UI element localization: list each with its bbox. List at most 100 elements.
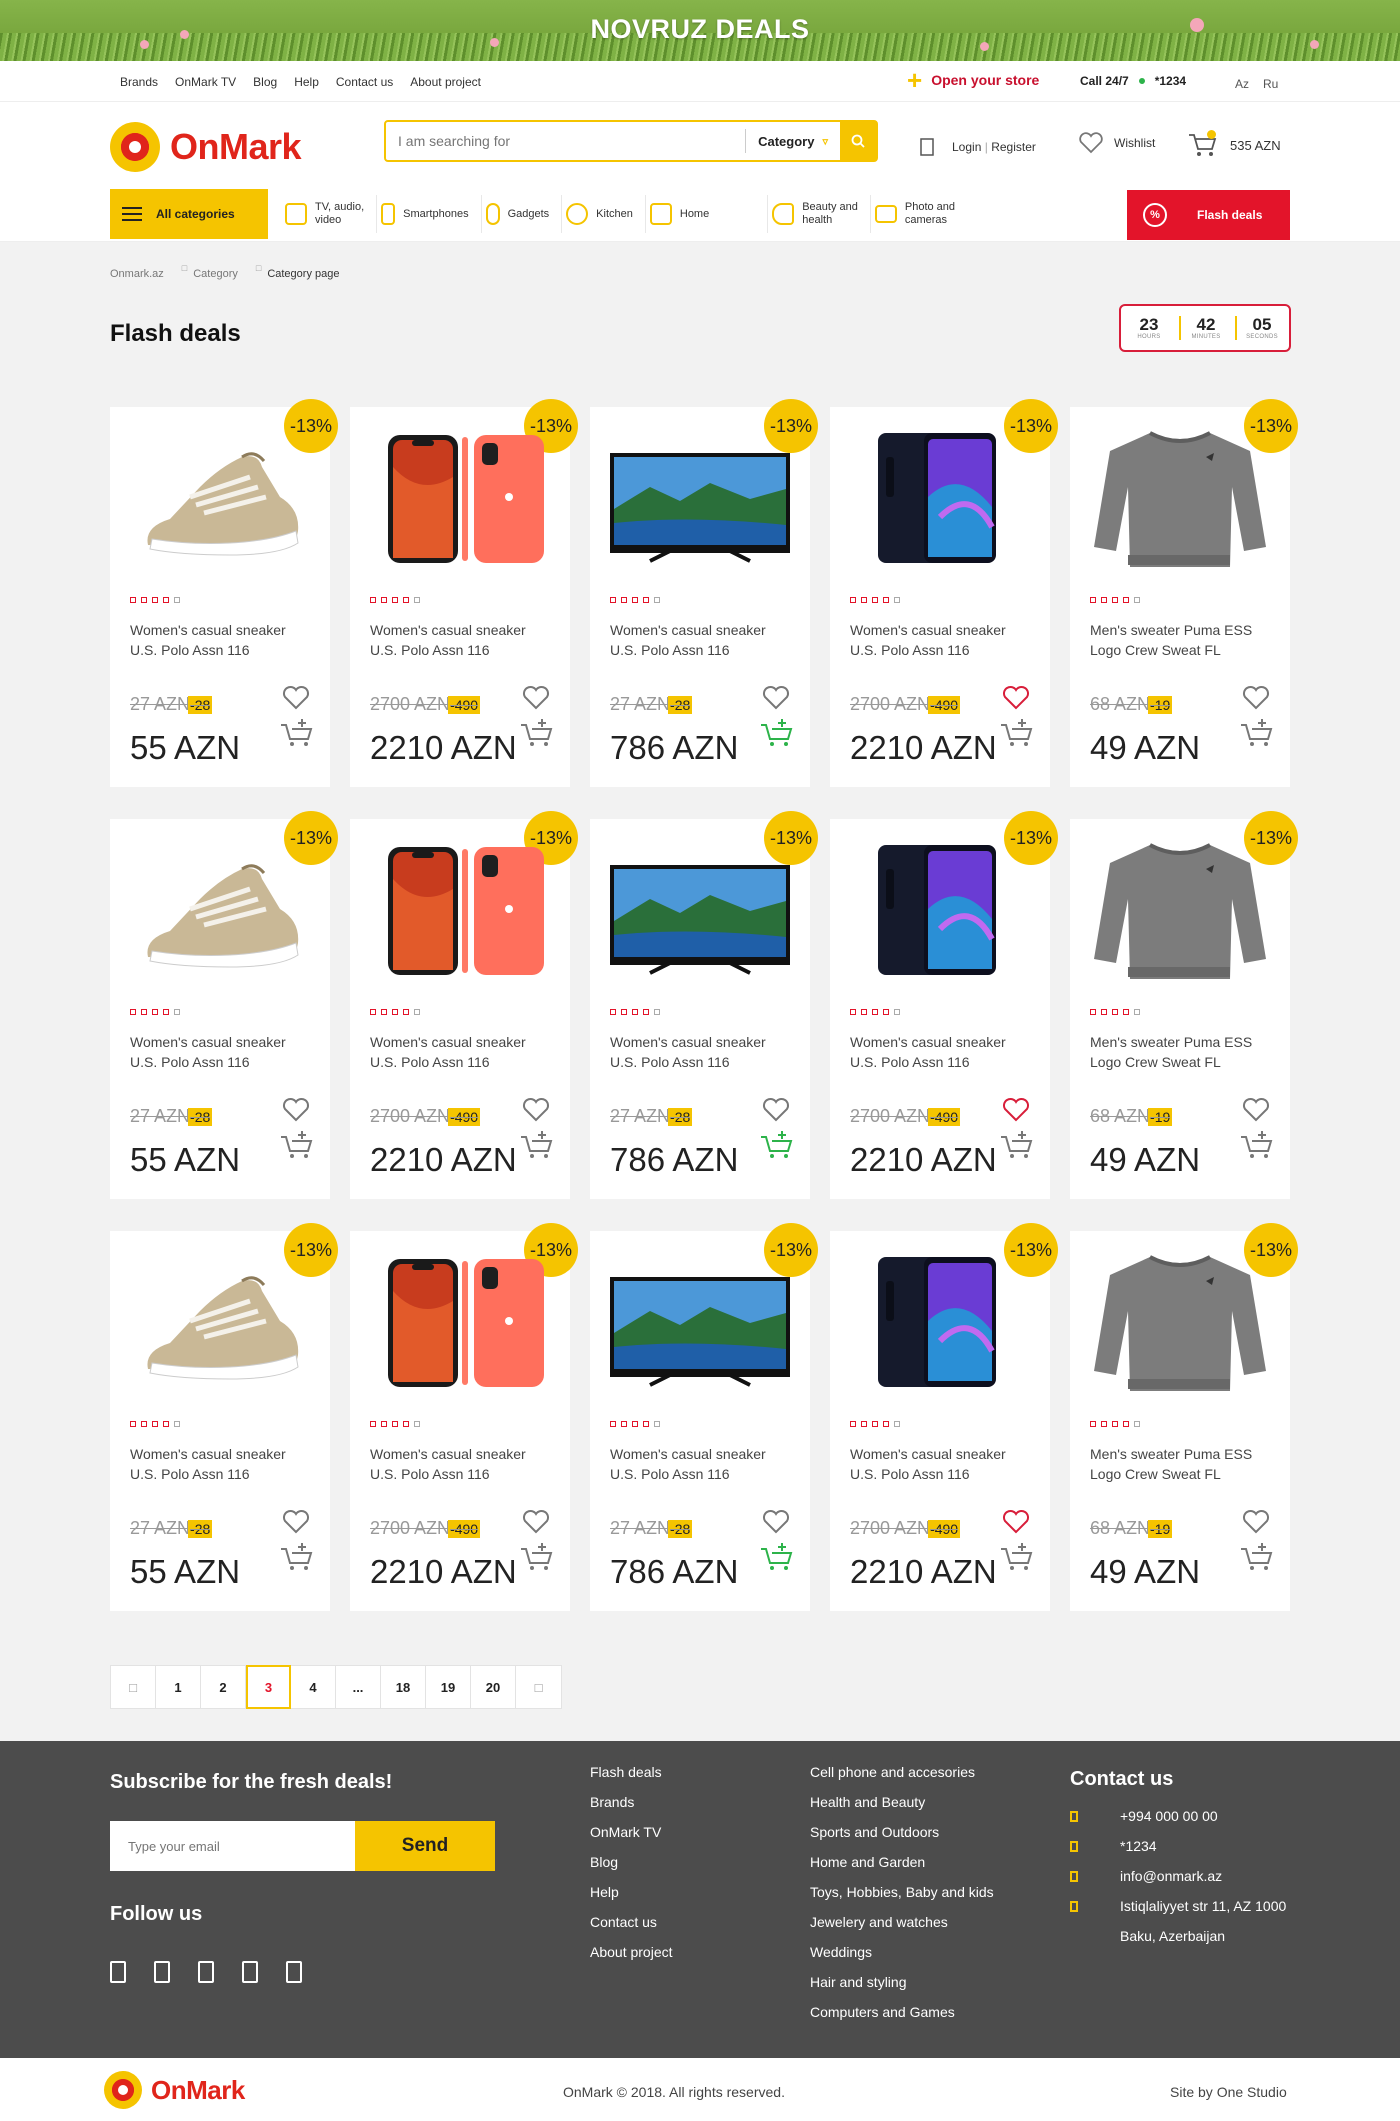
- heart-icon[interactable]: [282, 1097, 310, 1123]
- category-photo-cameras[interactable]: Photo and cameras: [871, 195, 967, 233]
- add-to-cart-icon[interactable]: [760, 1129, 794, 1159]
- product-name[interactable]: Women's casual sneaker U.S. Polo Assn 11…: [130, 1032, 310, 1072]
- category-beauty-health[interactable]: Beauty and health: [768, 195, 871, 233]
- facebook-icon[interactable]: [110, 1961, 126, 1983]
- send-button[interactable]: Send: [355, 1821, 495, 1871]
- breadcrumb-home[interactable]: Onmark.az: [110, 268, 164, 280]
- add-to-cart-icon[interactable]: [1240, 717, 1274, 747]
- twitter-icon[interactable]: [198, 1961, 214, 1983]
- product-image[interactable]: [850, 1251, 1030, 1391]
- product-card[interactable]: -13% Women's casual sneaker U.S. Polo Ass…: [350, 811, 578, 1199]
- heart-icon[interactable]: [522, 685, 550, 711]
- product-name[interactable]: Women's casual sneaker U.S. Polo Assn 11…: [370, 620, 550, 660]
- product-card[interactable]: -13% Women's casual sneaker U.S. Polo Ass…: [590, 399, 818, 787]
- heart-icon[interactable]: [522, 1097, 550, 1123]
- page-number[interactable]: 2: [201, 1666, 246, 1708]
- topnav-blog[interactable]: Blog: [253, 75, 277, 89]
- product-image[interactable]: [1090, 839, 1270, 979]
- promo-banner[interactable]: NOVRUZ DEALS: [0, 0, 1400, 61]
- register-link[interactable]: Register: [991, 140, 1036, 154]
- product-image[interactable]: [130, 427, 310, 567]
- add-to-cart-icon[interactable]: [760, 1541, 794, 1571]
- product-card[interactable]: -13% Women's casual sneaker U.S. Polo Ass…: [110, 811, 338, 1199]
- product-image[interactable]: [130, 839, 310, 979]
- all-categories-button[interactable]: All categories: [110, 189, 268, 239]
- product-image[interactable]: [130, 1251, 310, 1391]
- product-name[interactable]: Women's casual sneaker U.S. Polo Assn 11…: [610, 1032, 790, 1072]
- heart-filled-icon[interactable]: [1002, 685, 1030, 711]
- product-name[interactable]: Women's casual sneaker U.S. Polo Assn 11…: [850, 620, 1030, 660]
- footer-category-link[interactable]: Jewelery and watches: [810, 1907, 994, 1937]
- product-card[interactable]: -13% Men's sweater Puma ESS Logo Crew Swe…: [1070, 811, 1298, 1199]
- product-image[interactable]: [850, 839, 1030, 979]
- footer-category-link[interactable]: Home and Garden: [810, 1847, 994, 1877]
- product-image[interactable]: [610, 1251, 790, 1391]
- add-to-cart-icon[interactable]: [1000, 1541, 1034, 1571]
- page-number[interactable]: 3: [246, 1665, 291, 1709]
- category-tv-audio-video[interactable]: TV, audio, video: [285, 195, 378, 233]
- product-card[interactable]: -13% Women's casual sneaker U.S. Polo Ass…: [830, 1223, 1058, 1611]
- next-page-icon[interactable]: □: [516, 1666, 561, 1708]
- add-to-cart-icon[interactable]: [760, 717, 794, 747]
- footer-link[interactable]: Blog: [590, 1847, 673, 1877]
- footer-category-link[interactable]: Cell phone and accesories: [810, 1757, 994, 1787]
- youtube-icon[interactable]: [242, 1961, 258, 1983]
- prev-page-icon[interactable]: □: [111, 1666, 156, 1708]
- product-card[interactable]: -13% Women's casual sneaker U.S. Polo Ass…: [830, 811, 1058, 1199]
- open-store-link[interactable]: + Open your store: [907, 67, 1039, 93]
- product-card[interactable]: -13% Women's casual sneaker U.S. Polo Ass…: [350, 399, 578, 787]
- product-card[interactable]: -13% Women's casual sneaker U.S. Polo Ass…: [110, 1223, 338, 1611]
- footer-logo[interactable]: OnMark: [104, 2071, 245, 2109]
- product-image[interactable]: [370, 839, 550, 979]
- product-card[interactable]: -13% Women's casual sneaker U.S. Polo Ass…: [350, 1223, 578, 1611]
- product-name[interactable]: Women's casual sneaker U.S. Polo Assn 11…: [850, 1032, 1030, 1072]
- product-card[interactable]: -13% Women's casual sneaker U.S. Polo Ass…: [110, 399, 338, 787]
- footer-category-link[interactable]: Toys, Hobbies, Baby and kids: [810, 1877, 994, 1907]
- footer-category-link[interactable]: Weddings: [810, 1937, 994, 1967]
- instagram-icon[interactable]: [154, 1961, 170, 1983]
- product-name[interactable]: Women's casual sneaker U.S. Polo Assn 11…: [130, 620, 310, 660]
- product-name[interactable]: Men's sweater Puma ESS Logo Crew Sweat F…: [1090, 1444, 1270, 1484]
- page-ellipsis[interactable]: ...: [336, 1666, 381, 1708]
- add-to-cart-icon[interactable]: [1240, 1129, 1274, 1159]
- add-to-cart-icon[interactable]: [280, 717, 314, 747]
- topnav-contact-us[interactable]: Contact us: [336, 75, 393, 89]
- product-card[interactable]: -13% Men's sweater Puma ESS Logo Crew Swe…: [1070, 399, 1298, 787]
- footer-link[interactable]: Help: [590, 1877, 673, 1907]
- add-to-cart-icon[interactable]: [280, 1129, 314, 1159]
- heart-icon[interactable]: [762, 1509, 790, 1535]
- category-gadgets[interactable]: Gadgets: [482, 195, 563, 233]
- product-name[interactable]: Women's casual sneaker U.S. Polo Assn 11…: [610, 1444, 790, 1484]
- product-image[interactable]: [610, 427, 790, 567]
- footer-category-link[interactable]: Health and Beauty: [810, 1787, 994, 1817]
- heart-icon[interactable]: [762, 685, 790, 711]
- page-number[interactable]: 1: [156, 1666, 201, 1708]
- heart-icon[interactable]: [762, 1097, 790, 1123]
- product-name[interactable]: Women's casual sneaker U.S. Polo Assn 11…: [130, 1444, 310, 1484]
- footer-link[interactable]: Flash deals: [590, 1757, 673, 1787]
- product-name[interactable]: Women's casual sneaker U.S. Polo Assn 11…: [850, 1444, 1030, 1484]
- topnav-about-project[interactable]: About project: [410, 75, 481, 89]
- breadcrumb-category[interactable]: Category: [193, 268, 238, 280]
- lang-az[interactable]: Az: [1235, 77, 1249, 91]
- topnav-brands[interactable]: Brands: [120, 75, 158, 89]
- product-card[interactable]: -13% Women's casual sneaker U.S. Polo Ass…: [830, 399, 1058, 787]
- product-name[interactable]: Women's casual sneaker U.S. Polo Assn 11…: [610, 620, 790, 660]
- add-to-cart-icon[interactable]: [520, 717, 554, 747]
- product-name[interactable]: Men's sweater Puma ESS Logo Crew Sweat F…: [1090, 620, 1270, 660]
- heart-icon[interactable]: [282, 685, 310, 711]
- call-number[interactable]: *1234: [1155, 74, 1186, 88]
- product-image[interactable]: [850, 427, 1030, 567]
- product-name[interactable]: Women's casual sneaker U.S. Polo Assn 11…: [370, 1032, 550, 1072]
- product-card[interactable]: -13% Women's casual sneaker U.S. Polo Ass…: [590, 811, 818, 1199]
- category-kitchen[interactable]: Kitchen: [562, 195, 646, 233]
- heart-filled-icon[interactable]: [1002, 1509, 1030, 1535]
- add-to-cart-icon[interactable]: [520, 1129, 554, 1159]
- product-image[interactable]: [1090, 427, 1270, 567]
- page-number[interactable]: 4: [291, 1666, 336, 1708]
- product-image[interactable]: [610, 839, 790, 979]
- email-field[interactable]: [110, 1821, 355, 1871]
- product-card[interactable]: -13% Men's sweater Puma ESS Logo Crew Swe…: [1070, 1223, 1298, 1611]
- telegram-icon[interactable]: [286, 1961, 302, 1983]
- heart-icon[interactable]: [1242, 1509, 1270, 1535]
